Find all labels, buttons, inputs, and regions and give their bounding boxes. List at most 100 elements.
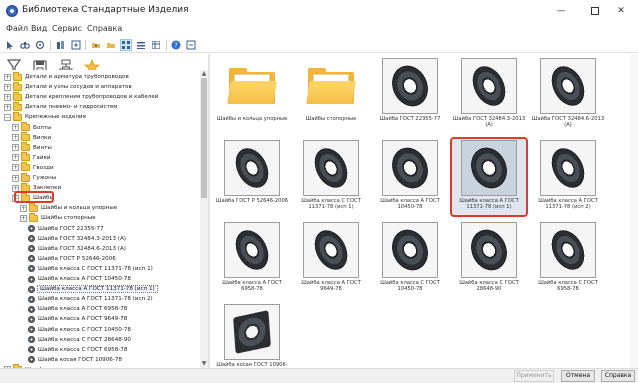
tree-folder[interactable]: + Шайбы и кольца упорные <box>20 202 117 213</box>
tree-scrollbar[interactable]: ▲ ▼ <box>200 70 208 368</box>
tree-item[interactable]: Шайба ГОСТ 32484.6-2013 (A) <box>28 244 126 254</box>
washer-icon <box>385 59 435 113</box>
menu-view[interactable]: Вид <box>31 24 47 33</box>
expand-icon[interactable]: + <box>12 174 19 182</box>
tree-item[interactable]: Шайба ГОСТ 22355-77 <box>28 224 104 234</box>
apply-button[interactable]: Применить <box>514 370 554 382</box>
tree-item[interactable]: Шайба класса C ГОСТ 11371-78 (исп 1) <box>28 264 153 274</box>
binoculars-icon[interactable] <box>19 39 31 51</box>
washer-icon <box>308 142 354 194</box>
scroll-up-icon[interactable]: ▲ <box>200 70 208 78</box>
cancel-button[interactable]: Отмена <box>561 370 595 382</box>
expand-icon[interactable]: + <box>4 73 11 81</box>
tree-folder[interactable]: + Вилки <box>12 132 51 143</box>
grid-item-tile[interactable]: Шайба класса C ГОСТ 10450-78 <box>372 220 448 298</box>
menu-service[interactable]: Сервис <box>52 24 82 33</box>
expand-icon[interactable]: + <box>4 83 11 91</box>
expand-icon[interactable]: + <box>12 164 19 172</box>
tile-thumbnail <box>461 58 517 114</box>
toolbar-separator <box>85 40 86 50</box>
tree-folder[interactable]: + Детали пневмо- и гидросистем <box>4 101 118 112</box>
grid-item-tile[interactable]: Шайба класса C ГОСТ 6958-78 <box>530 220 606 298</box>
folder-up-icon[interactable] <box>90 39 102 51</box>
grid-item-tile[interactable]: Шайба ГОСТ 32484.3-2013 (A) <box>451 56 527 134</box>
menu-help[interactable]: Справка <box>87 24 122 33</box>
washer-icon <box>308 224 354 276</box>
tree-item[interactable]: Шайба класса C ГОСТ 10450-78 <box>28 325 131 335</box>
grid-item-tile[interactable]: Шайба класса A ГОСТ 6958-78 <box>214 220 290 298</box>
grid-item-tile[interactable]: Шайба ГОСТ 22355-77 <box>372 56 448 134</box>
tree-item[interactable]: Шайба класса A ГОСТ 10450-78 <box>28 274 131 284</box>
tree-folder[interactable]: + Болты <box>12 122 52 133</box>
tree-item[interactable]: Шайба класса C ГОСТ 28648-90 <box>28 335 131 345</box>
tree-item[interactable]: Шайба класса A ГОСТ 11371-78 (исп 1) <box>28 284 158 294</box>
panel-splitter[interactable] <box>208 54 210 368</box>
info-icon[interactable] <box>185 39 197 51</box>
close-button[interactable]: ✕ <box>604 0 638 22</box>
expand-icon[interactable]: + <box>12 144 19 152</box>
collapse-icon[interactable]: − <box>4 113 11 121</box>
library-icon[interactable] <box>55 39 67 51</box>
details-view-icon[interactable] <box>150 39 162 51</box>
filter-icon[interactable] <box>34 39 46 51</box>
tree-folder[interactable]: + Гайки <box>12 152 51 163</box>
list-view-icon[interactable] <box>135 39 147 51</box>
tree-item[interactable]: Шайба класса C ГОСТ 6958-78 <box>28 345 127 355</box>
tree-folder[interactable]: + Гвозди <box>12 162 54 173</box>
grid-item-tile[interactable]: Шайба класса C ГОСТ 28648-90 <box>451 220 527 298</box>
properties-icon[interactable] <box>70 39 82 51</box>
scrollbar-thumb[interactable] <box>201 78 207 198</box>
expand-icon[interactable]: + <box>12 134 19 142</box>
expand-icon[interactable]: + <box>20 214 27 222</box>
tree-item[interactable]: Шайба класса A ГОСТ 11371-78 (исп 2) <box>28 294 153 304</box>
tree-folder[interactable]: + Гужоны <box>12 172 56 183</box>
tree-item[interactable]: Шайба ГОСТ 32484.3-2013 (A) <box>28 234 126 244</box>
dialog-footer: Применить Отмена Справка <box>0 368 638 383</box>
washer-item-icon <box>28 305 35 313</box>
tree-folder[interactable]: + Детали крепления трубопроводов и кабеле… <box>4 91 158 102</box>
tree-folder[interactable]: + Винты <box>12 142 52 153</box>
washer-icon <box>545 142 591 194</box>
help-icon[interactable]: ? <box>170 39 182 51</box>
menu-file[interactable]: Файл <box>6 24 28 33</box>
washer-item-icon <box>28 265 35 273</box>
maximize-icon <box>591 6 599 15</box>
grid-item-tile[interactable]: Шайба класса A ГОСТ 10450-78 <box>372 138 448 216</box>
tree-item[interactable]: Шайба класса A ГОСТ 9649-78 <box>28 314 127 324</box>
toolbar-separator <box>50 40 51 50</box>
grid-scrollbar[interactable] <box>630 54 638 368</box>
folder-large-icon <box>226 68 278 104</box>
items-grid: Шайбы и кольца упорные Шайбы стопорные Шай… <box>212 54 638 374</box>
tree-folder[interactable]: + Детали и арматура трубопроводов <box>4 71 129 82</box>
grid-item-tile[interactable]: Шайба ГОСТ 32484.6-2013 (A) <box>530 56 606 134</box>
grid-item-tile[interactable]: Шайба класса C ГОСТ 11371-78 (исп 1) <box>293 138 369 216</box>
open-folder-icon[interactable] <box>105 39 117 51</box>
tree-item[interactable]: Шайба ГОСТ Р 52646-2006 <box>28 254 116 264</box>
help-button[interactable]: Справка <box>601 370 635 382</box>
washer-icon <box>385 223 435 277</box>
grid-folder-tile[interactable]: Шайбы и кольца упорные <box>214 56 290 134</box>
minimize-button[interactable]: — <box>544 0 578 22</box>
window-title: Библиотека Стандартные Изделия <box>22 5 189 15</box>
tree-folder[interactable]: − Крепежные изделия <box>4 111 86 122</box>
grid-item-tile[interactable]: Шайба класса A ГОСТ 11371-78 (исп 2) <box>530 138 606 216</box>
grid-item-tile[interactable]: Шайба ГОСТ Р 52646-2006 <box>214 138 290 216</box>
expand-icon[interactable]: + <box>4 103 11 111</box>
large-icons-view-icon[interactable] <box>120 39 132 51</box>
tree-item[interactable]: Шайба косая ГОСТ 10906-78 <box>28 355 122 365</box>
tree-label: Шайба класса A ГОСТ 6958-78 <box>38 306 128 313</box>
tree-folder[interactable]: + Шайбы стопорные <box>20 212 96 223</box>
grid-folder-tile[interactable]: Шайбы стопорные <box>293 56 369 134</box>
tree-item[interactable]: Шайба класса A ГОСТ 6958-78 <box>28 304 127 314</box>
grid-item-tile[interactable]: Шайба класса A ГОСТ 9649-78 <box>293 220 369 298</box>
expand-icon[interactable]: + <box>12 154 19 162</box>
expand-icon[interactable]: + <box>12 124 19 131</box>
tree-label: Шайба класса C ГОСТ 11371-78 (исп 1) <box>38 265 153 272</box>
tool-pick-icon[interactable] <box>4 39 16 51</box>
expand-icon[interactable]: + <box>4 93 11 101</box>
scroll-down-icon[interactable]: ▼ <box>200 360 208 368</box>
expand-icon[interactable]: + <box>20 204 27 212</box>
tree-label: Шайба класса C ГОСТ 10450-78 <box>38 326 131 333</box>
tree-label: Шайба класса A ГОСТ 11371-78 (исп 2) <box>38 296 153 303</box>
tree-folder[interactable]: + Детали и узлы сосудов и аппаратов <box>4 81 132 92</box>
